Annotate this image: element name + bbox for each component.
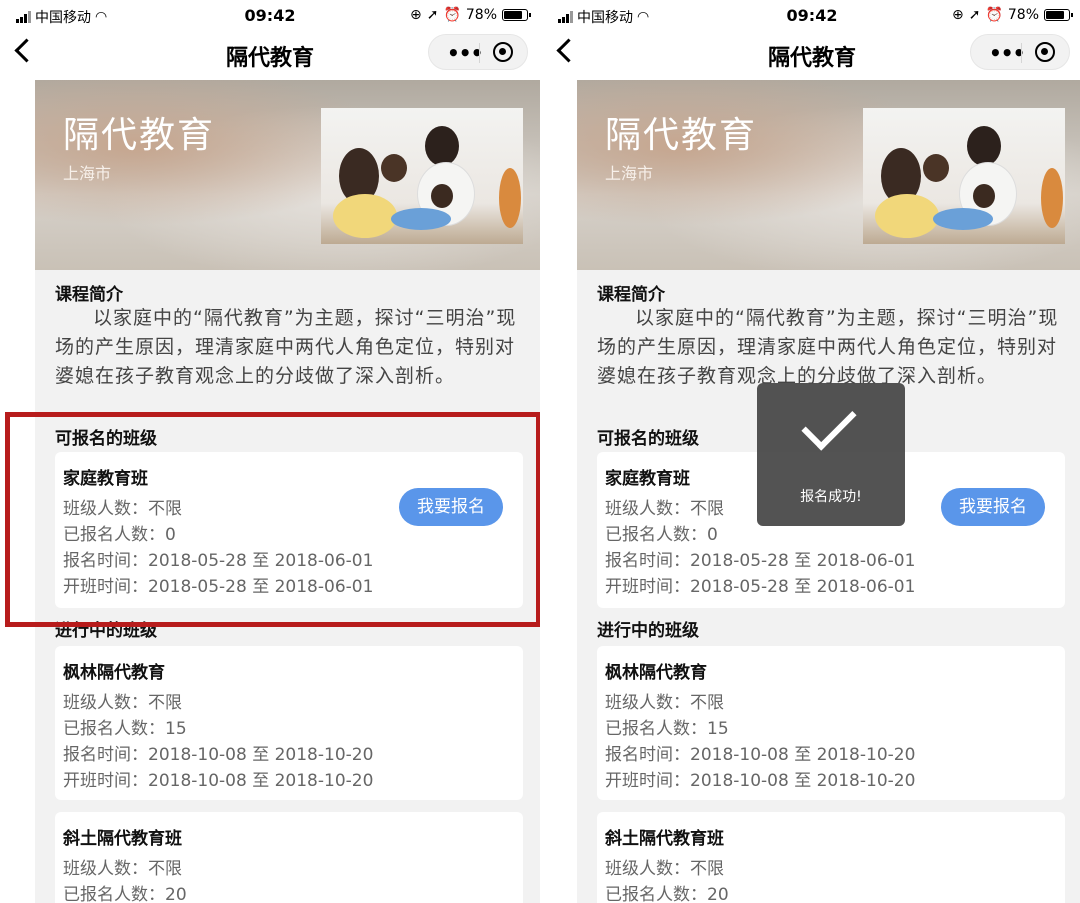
highlight-box: [5, 412, 540, 627]
nav-bar: 隔代教育 •••: [542, 30, 1080, 78]
more-icon[interactable]: •••: [989, 41, 1025, 65]
available-heading: 可报名的班级: [597, 429, 699, 449]
close-miniprogram-icon[interactable]: [493, 42, 513, 62]
class-enrolled: 已报名人数：15: [605, 719, 729, 739]
intro-heading: 课程简介: [597, 285, 665, 305]
class-start-time: 开班时间：2018-10-08 至 2018-10-20: [605, 771, 916, 791]
class-capacity: 班级人数：不限: [605, 693, 724, 713]
class-enrolled: 已报名人数：20: [605, 885, 729, 903]
class-card: 枫林隔代教育 班级人数：不限 已报名人数：15 报名时间：2018-10-08 …: [597, 646, 1065, 800]
status-bar: 中国移动 ◠ 09:42 ⊕ ➚ ⏰ 78%: [0, 0, 540, 30]
status-bar: 中国移动 ◠ 09:42 ⊕ ➚ ⏰ 78%: [542, 0, 1080, 30]
class-start-time: 开班时间：2018-10-08 至 2018-10-20: [63, 771, 374, 791]
capsule-divider: [1021, 43, 1022, 63]
location-icon: ➚: [968, 7, 981, 23]
family-photo: [863, 108, 1065, 244]
close-miniprogram-icon[interactable]: [1035, 42, 1055, 62]
more-icon[interactable]: •••: [447, 41, 483, 65]
class-card: 斜土隔代教育班 班级人数：不限 已报名人数：20: [597, 812, 1065, 903]
class-signup-time: 报名时间：2018-05-28 至 2018-06-01: [605, 551, 916, 571]
capsule-divider: [479, 43, 480, 63]
class-signup-time: 报名时间：2018-10-08 至 2018-10-20: [605, 745, 916, 765]
banner-title: 隔代教育: [63, 115, 216, 156]
battery-percent: 78%: [1007, 7, 1039, 23]
class-card: 斜土隔代教育班 班级人数：不限 已报名人数：20: [55, 812, 523, 903]
class-capacity: 班级人数：不限: [63, 859, 182, 879]
banner-title: 隔代教育: [605, 115, 758, 156]
class-signup-time: 报名时间：2018-10-08 至 2018-10-20: [63, 745, 374, 765]
class-name: 枫林隔代教育: [605, 663, 707, 683]
alarm-icon: ⏰: [443, 7, 461, 23]
success-toast: 报名成功!: [757, 383, 905, 526]
class-name: 斜土隔代教育班: [63, 829, 182, 849]
enroll-button[interactable]: 我要报名: [941, 488, 1045, 526]
banner-city: 上海市: [605, 164, 654, 183]
intro-text: 以家庭中的“隔代教育”为主题，探讨“三明治”现场的产生原因，理清家庭中两代人角色…: [55, 307, 517, 387]
class-start-time: 开班时间：2018-05-28 至 2018-06-01: [605, 577, 916, 597]
class-enrolled: 已报名人数：20: [63, 885, 187, 903]
alarm-icon: ⏰: [985, 7, 1003, 23]
screen-before: 中国移动 ◠ 09:42 ⊕ ➚ ⏰ 78% 隔代教育 ••• 隔代教育 上海市: [0, 0, 540, 903]
miniprogram-capsule: •••: [970, 34, 1070, 70]
class-enrolled: 已报名人数：15: [63, 719, 187, 739]
class-capacity: 班级人数：不限: [605, 859, 724, 879]
class-capacity: 班级人数：不限: [605, 499, 724, 519]
family-photo: [321, 108, 523, 244]
location-icon: ➚: [426, 7, 439, 23]
battery-icon: [1044, 9, 1073, 21]
banner: 隔代教育 上海市: [35, 80, 540, 270]
ongoing-heading: 进行中的班级: [597, 621, 699, 641]
nav-bar: 隔代教育 •••: [0, 30, 540, 78]
miniprogram-capsule: •••: [428, 34, 528, 70]
class-name: 斜土隔代教育班: [605, 829, 724, 849]
banner: 隔代教育 上海市: [577, 80, 1080, 270]
class-card: 枫林隔代教育 班级人数：不限 已报名人数：15 报名时间：2018-10-08 …: [55, 646, 523, 800]
class-name: 枫林隔代教育: [63, 663, 165, 683]
lock-rotation-icon: ⊕: [951, 7, 964, 23]
class-capacity: 班级人数：不限: [63, 693, 182, 713]
battery-percent: 78%: [465, 7, 497, 23]
intro-text: 以家庭中的“隔代教育”为主题，探讨“三明治”现场的产生原因，理清家庭中两代人角色…: [597, 307, 1059, 387]
checkmark-icon: [801, 395, 857, 451]
intro-heading: 课程简介: [55, 285, 123, 305]
screen-after: 中国移动 ◠ 09:42 ⊕ ➚ ⏰ 78% 隔代教育 ••• 隔代教育 上海市: [542, 0, 1080, 903]
class-name: 家庭教育班: [605, 469, 690, 489]
class-enrolled: 已报名人数：0: [605, 525, 718, 545]
banner-city: 上海市: [63, 164, 112, 183]
lock-rotation-icon: ⊕: [409, 7, 422, 23]
battery-icon: [502, 9, 531, 21]
toast-message: 报名成功!: [800, 489, 862, 505]
